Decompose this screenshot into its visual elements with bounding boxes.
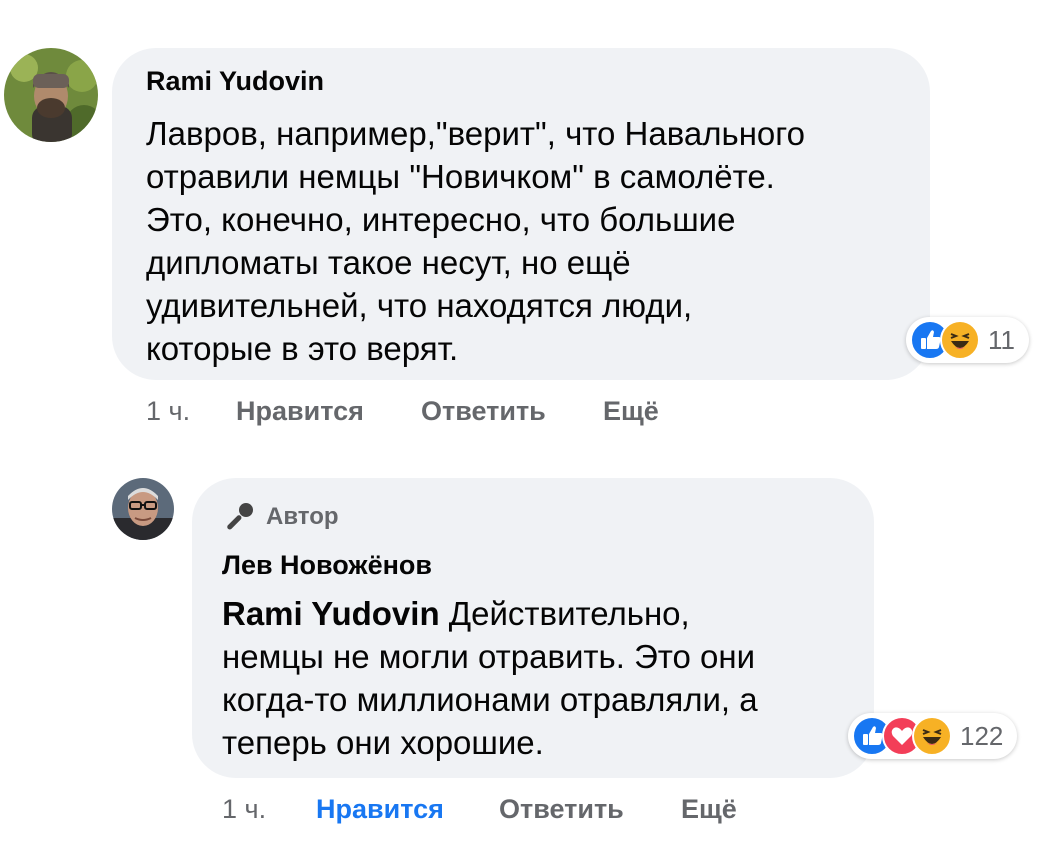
comment-text: Лавров, например,"верит", что Навального… — [146, 112, 906, 370]
more-button[interactable]: Ещё — [603, 396, 659, 427]
comment-text-line: когда-то миллионами отравляли, а — [222, 681, 758, 718]
comment-text: Rami Yudovin Действительно, немцы не мог… — [222, 592, 842, 764]
reaction-count: 11 — [988, 324, 1015, 355]
reply-button[interactable]: Ответить — [499, 794, 624, 825]
comment-timestamp[interactable]: 1 ч. — [222, 794, 266, 825]
comment-timestamp[interactable]: 1 ч. — [146, 396, 190, 427]
like-button[interactable]: Нравится — [236, 396, 364, 427]
like-button[interactable]: Нравится — [316, 794, 444, 825]
comment-text-fragment: Действительно, — [439, 595, 690, 632]
comment-text-line: Это, конечно, интересно, что большие — [146, 201, 736, 238]
comment-text-line: которые в это верят. — [146, 330, 459, 367]
author-badge-label: Автор — [266, 503, 339, 530]
haha-icon — [912, 716, 952, 756]
haha-icon — [940, 320, 980, 360]
mention-link[interactable]: Rami Yudovin — [222, 595, 440, 632]
reply-button[interactable]: Ответить — [421, 396, 546, 427]
comment-text-line: удивительней, что находятся люди, — [146, 287, 693, 324]
avatar[interactable] — [112, 478, 174, 540]
comment-text-line: дипломаты такое несут, но ещё — [146, 244, 631, 281]
comment-text-line: Rami Yudovin Действительно, — [222, 592, 842, 635]
comment-author[interactable]: Лев Новожёнов — [222, 550, 432, 581]
comment-text-line: немцы не могли отравить. Это они — [222, 638, 756, 675]
microphone-icon — [227, 503, 253, 530]
comment-actions: 1 ч. Нравится Ответить Ещё — [146, 396, 706, 428]
avatar[interactable] — [4, 48, 98, 142]
comment-text-line: теперь они хорошие. — [222, 724, 544, 761]
reaction-count: 122 — [960, 720, 1004, 751]
comment-text-line: отравили немцы "Новичком" в самолёте. — [146, 158, 775, 195]
comment-text-line: Лавров, например,"верит", что Навального — [146, 115, 805, 152]
author-badge: Автор — [222, 500, 339, 534]
more-button[interactable]: Ещё — [681, 794, 737, 825]
comment-author[interactable]: Rami Yudovin — [146, 66, 324, 97]
reactions-summary[interactable]: 11 — [906, 317, 1029, 363]
reactions-summary[interactable]: 122 — [848, 713, 1018, 759]
comment-actions: 1 ч. Нравится Ответить Ещё — [222, 794, 782, 826]
